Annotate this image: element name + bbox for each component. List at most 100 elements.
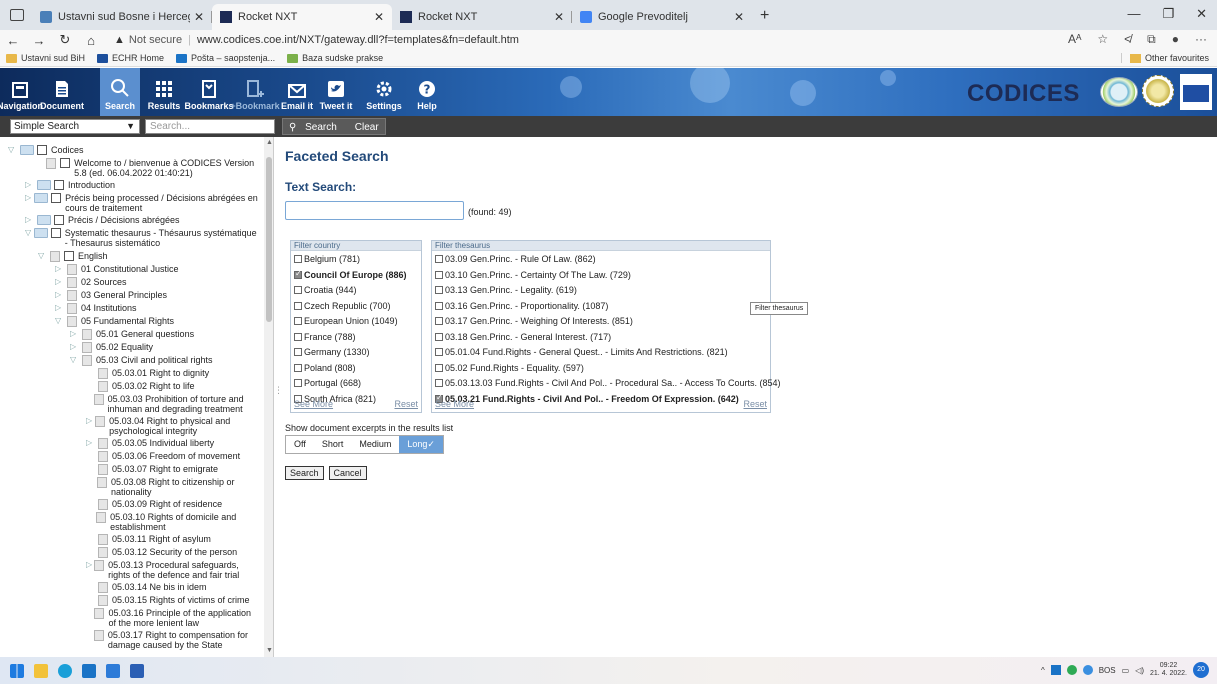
close-icon[interactable]: ✕: [734, 10, 744, 24]
tree-item[interactable]: ▷ Précis / Décisions abrégées: [25, 215, 260, 225]
filter-option[interactable]: 03.18 Gen.Princ. - General Interest. (71…: [435, 332, 611, 342]
refresh-icon[interactable]: ↻: [52, 32, 78, 48]
checkbox[interactable]: [435, 317, 443, 325]
filter-option[interactable]: 03.10 Gen.Princ. - Certainty Of The Law.…: [435, 270, 631, 280]
tree-item[interactable]: ▽ 05 Fundamental Rights: [55, 316, 260, 327]
tree-item[interactable]: 05.03.02 Right to life: [86, 381, 260, 392]
filter-option[interactable]: Poland (808): [294, 363, 356, 373]
expand-icon[interactable]: ▷: [86, 416, 93, 426]
expand-icon[interactable]: ▷: [55, 277, 65, 287]
tree-item[interactable]: 05.03.16 Principle of the application of…: [86, 608, 260, 628]
restore-icon[interactable]: ❐: [1162, 6, 1174, 22]
browser-tab[interactable]: Ustavni sud Bosne i Hercegovine ✕: [32, 4, 212, 30]
checkbox[interactable]: [435, 255, 443, 263]
scroll-down-icon[interactable]: ▼: [266, 647, 273, 654]
filter-option[interactable]: 05.03.13.03 Fund.Rights - Civil And Pol.…: [435, 378, 781, 388]
favorite-star-icon[interactable]: ☆: [1097, 32, 1108, 47]
word-icon[interactable]: [130, 663, 144, 678]
language-indicator[interactable]: BOS: [1099, 666, 1116, 675]
expand-icon[interactable]: ▷: [86, 560, 92, 570]
scrollbar-thumb[interactable]: [266, 157, 272, 322]
excerpt-option[interactable]: Off: [286, 436, 314, 453]
tree-item[interactable]: ▷ 04 Institutions: [55, 303, 260, 314]
tree-item[interactable]: Welcome to / bienvenue à CODICES Version…: [38, 158, 260, 178]
tree-item[interactable]: ▽ English: [38, 251, 260, 262]
search-input[interactable]: Search...: [145, 119, 275, 134]
expand-icon[interactable]: ▷: [86, 438, 96, 448]
bookmark-item[interactable]: ECHR Home: [97, 53, 164, 63]
filter-option[interactable]: 05.01.04 Fund.Rights - General Quest.. -…: [435, 347, 728, 357]
email-button[interactable]: Email it: [280, 68, 314, 116]
collapse-icon[interactable]: ▽: [55, 316, 65, 326]
collections-icon[interactable]: ⧉: [1147, 32, 1156, 47]
search-submit-button[interactable]: ⚲ Search: [283, 119, 349, 134]
see-more-link[interactable]: See More: [435, 399, 474, 409]
tree-item[interactable]: 05.03.15 Rights of victims of crime: [86, 595, 260, 606]
file-explorer-icon[interactable]: [34, 663, 48, 678]
checkbox[interactable]: [294, 286, 302, 294]
checkbox[interactable]: [294, 348, 302, 356]
home-icon[interactable]: ⌂: [78, 33, 104, 48]
checkbox[interactable]: [294, 332, 302, 341]
expand-icon[interactable]: ▷: [25, 193, 32, 203]
filter-option[interactable]: Czech Republic (700): [294, 301, 391, 311]
collapse-icon[interactable]: ▽: [70, 355, 80, 365]
checkbox-checked[interactable]: [294, 269, 302, 279]
outlook-tray-icon[interactable]: [1050, 665, 1061, 675]
browser-tab-active[interactable]: Rocket NXT ✕: [212, 4, 392, 30]
bookmark-item[interactable]: Ustavni sud BiH: [6, 53, 85, 63]
filter-option[interactable]: 05.02 Fund.Rights - Equality. (597): [435, 363, 584, 373]
tree-item[interactable]: 05.03.03 Prohibition of torture and inhu…: [86, 394, 260, 414]
navigation-button[interactable]: Navigation: [0, 68, 43, 116]
collapse-icon[interactable]: ▽: [8, 145, 18, 155]
collapse-icon[interactable]: ▽: [38, 251, 48, 261]
reset-link[interactable]: Reset: [394, 399, 418, 409]
tweet-button[interactable]: Tweet it: [318, 68, 354, 116]
search-button[interactable]: Search: [285, 466, 324, 480]
tree-item[interactable]: 05.03.17 Right to compensation for damag…: [86, 630, 260, 650]
results-button[interactable]: Results: [144, 68, 184, 116]
expand-icon[interactable]: ▷: [55, 290, 65, 300]
tree-item[interactable]: ▷ 05.02 Equality: [70, 342, 260, 353]
tree-item[interactable]: ▷ 05.03.04 Right to physical and psycholo…: [86, 416, 260, 436]
tree-item[interactable]: 05.03.12 Security of the person: [86, 547, 260, 558]
filter-option[interactable]: Germany (1330): [294, 347, 370, 357]
windows-start-icon[interactable]: [10, 663, 24, 678]
filter-option[interactable]: 03.16 Gen.Princ. - Proportionality. (108…: [435, 301, 608, 311]
browser-tab[interactable]: Rocket NXT ✕: [392, 4, 572, 30]
close-icon[interactable]: ✕: [374, 10, 384, 24]
checkbox[interactable]: [435, 270, 443, 279]
tree-item[interactable]: 05.03.14 Ne bis in idem: [86, 582, 260, 593]
document-button[interactable]: Document: [40, 68, 84, 116]
notifications-badge[interactable]: 20: [1193, 662, 1209, 678]
expand-icon[interactable]: ▷: [25, 215, 35, 225]
close-icon[interactable]: ✕: [194, 10, 204, 24]
tree-scrollbar[interactable]: ▲ ▼: [264, 137, 273, 657]
expand-icon[interactable]: ▷: [55, 303, 65, 313]
tree-item[interactable]: 05.03.10 Rights of domicile and establis…: [86, 512, 260, 532]
checkbox[interactable]: [294, 317, 302, 325]
tree-item[interactable]: ▷ 05.01 General questions: [70, 329, 260, 340]
tree-item[interactable]: 05.03.08 Right to citizenship or nationa…: [86, 477, 260, 497]
scroll-up-icon[interactable]: ▲: [266, 139, 273, 146]
tree-item[interactable]: ▽ Codices: [8, 145, 260, 155]
new-tab-icon[interactable]: +: [760, 7, 769, 25]
tree-item[interactable]: 05.03.09 Right of residence: [86, 499, 260, 510]
expand-icon[interactable]: ▷: [25, 180, 35, 190]
add-bookmark-button[interactable]: +Bookmark: [230, 68, 280, 116]
tray-app-icon[interactable]: [1082, 665, 1093, 675]
tree-item[interactable]: 05.03.11 Right of asylum: [86, 534, 260, 545]
checkbox[interactable]: [294, 255, 302, 263]
tree-item[interactable]: ▷ 05.03.13 Procedural safeguards, rights …: [86, 560, 260, 580]
checkbox[interactable]: [294, 379, 302, 387]
tree-checkbox[interactable]: [54, 180, 64, 190]
tab-actions-icon[interactable]: [10, 9, 24, 21]
favorites-icon[interactable]: ≮: [1124, 32, 1131, 47]
help-button[interactable]: ? Help: [410, 68, 444, 116]
chevron-up-icon[interactable]: ^: [1041, 666, 1045, 675]
checkbox[interactable]: [435, 379, 443, 387]
expand-icon[interactable]: ▷: [55, 264, 65, 274]
tree-item[interactable]: ▷ Introduction: [25, 180, 260, 190]
search-button[interactable]: Search: [100, 68, 140, 116]
filter-option[interactable]: Belgium (781): [294, 254, 360, 264]
